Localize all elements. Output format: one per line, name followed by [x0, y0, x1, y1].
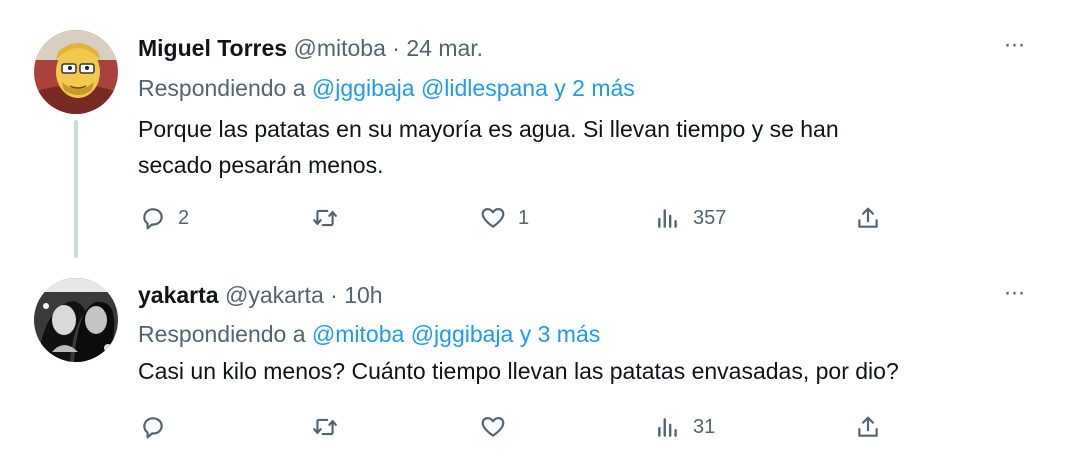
- share-icon: [858, 207, 878, 228]
- handle[interactable]: @mitoba: [294, 35, 386, 61]
- more-icon[interactable]: ···: [998, 278, 1030, 308]
- separator-dot: ·: [330, 282, 338, 308]
- reply-icon: [143, 208, 163, 230]
- action-bar: 31: [0, 410, 1068, 444]
- thread-line: [74, 120, 78, 258]
- like-count: 1: [518, 206, 530, 229]
- tweet-text: Porque las patatas en su mayoría es agua…: [138, 111, 1038, 183]
- reply-button[interactable]: 2: [140, 201, 189, 235]
- tweet[interactable]: yakarta @yakarta · 10h ··· Respondiendo …: [0, 262, 1068, 463]
- tweet-text-line: secado pesarán menos.: [138, 152, 384, 178]
- avatar[interactable]: [34, 278, 118, 362]
- views-button[interactable]: 357: [655, 201, 726, 235]
- action-bar: 2 1 357: [0, 201, 1068, 235]
- reply-count: 2: [178, 206, 190, 229]
- share-button[interactable]: [855, 201, 881, 235]
- like-icon: [481, 208, 505, 228]
- replying-to-label: Respondiendo a: [138, 321, 306, 347]
- reply-icon: [143, 417, 163, 439]
- tweet-header: Miguel Torres @mitoba · 24 mar.: [138, 33, 483, 63]
- tweet-text-line: Porque las patatas en su mayoría es agua…: [138, 116, 839, 142]
- timestamp[interactable]: 24 mar.: [406, 35, 483, 61]
- like-button[interactable]: [480, 410, 518, 444]
- share-button[interactable]: [855, 410, 881, 444]
- views-icon: [658, 418, 677, 437]
- tweet-text: Casi un kilo menos? Cuánto tiempo llevan…: [138, 353, 1038, 389]
- retweet-icon: [313, 418, 337, 436]
- retweet-button[interactable]: [312, 201, 350, 235]
- retweet-icon: [313, 209, 337, 227]
- like-icon: [481, 417, 505, 437]
- retweet-button[interactable]: [312, 410, 350, 444]
- display-name[interactable]: Miguel Torres: [138, 35, 287, 61]
- replying-to-users[interactable]: @jggibaja @lidlespana y 2 más: [312, 75, 635, 101]
- replying-to: Respondiendo a @jggibaja @lidlespana y 2…: [138, 73, 635, 103]
- like-button[interactable]: 1: [480, 201, 529, 235]
- views-count: 31: [693, 415, 716, 438]
- replying-to-label: Respondiendo a: [138, 75, 306, 101]
- tweet-header: yakarta @yakarta · 10h: [138, 280, 383, 310]
- replying-to-users[interactable]: @mitoba @jggibaja y 3 más: [312, 321, 600, 347]
- more-icon[interactable]: ···: [998, 30, 1030, 60]
- avatar[interactable]: [34, 30, 118, 114]
- share-icon: [858, 416, 878, 437]
- tweet[interactable]: Miguel Torres @mitoba · 24 mar. ··· Resp…: [0, 0, 1068, 262]
- views-button[interactable]: 31: [655, 410, 715, 444]
- reply-button[interactable]: [140, 410, 178, 444]
- tweet-text-line: Casi un kilo menos? Cuánto tiempo llevan…: [138, 358, 899, 384]
- separator-dot: ·: [392, 35, 400, 61]
- timestamp[interactable]: 10h: [344, 282, 382, 308]
- display-name[interactable]: yakarta: [138, 282, 219, 308]
- views-count: 357: [693, 206, 727, 229]
- replying-to: Respondiendo a @mitoba @jggibaja y 3 más: [138, 319, 600, 349]
- handle[interactable]: @yakarta: [225, 282, 324, 308]
- views-icon: [658, 209, 677, 228]
